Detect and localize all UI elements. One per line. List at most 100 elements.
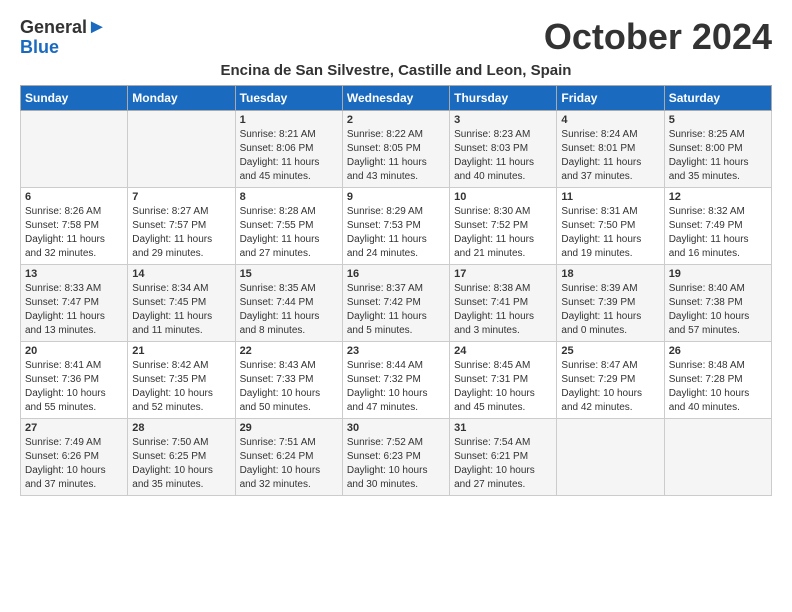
- day-number: 11: [561, 191, 659, 203]
- day-info: Sunrise: 8:24 AMSunset: 8:01 PMDaylight:…: [561, 128, 659, 184]
- day-info: Sunrise: 8:32 AMSunset: 7:49 PMDaylight:…: [669, 205, 767, 261]
- day-number: 14: [132, 268, 230, 280]
- day-number: 16: [347, 268, 445, 280]
- header-saturday: Saturday: [664, 86, 771, 111]
- title-block: October 2024: [544, 16, 772, 58]
- calendar-row-3: 20 Sunrise: 8:41 AMSunset: 7:36 PMDayligh…: [21, 342, 772, 419]
- table-row: 21Sunrise: 8:42 AMSunset: 7:35 PMDayligh…: [128, 342, 235, 419]
- table-row: 2 Sunrise: 8:22 AMSunset: 8:05 PMDaylight…: [342, 111, 449, 188]
- header: General► Blue October 2024: [20, 16, 772, 58]
- day-number: 25: [561, 345, 659, 357]
- day-number: 23: [347, 345, 445, 357]
- day-info: Sunrise: 7:50 AMSunset: 6:25 PMDaylight:…: [132, 436, 230, 492]
- table-row: 23 Sunrise: 8:44 AMSunset: 7:32 PMDayligh…: [342, 342, 449, 419]
- day-info: Sunrise: 7:51 AMSunset: 6:24 PMDaylight:…: [240, 436, 338, 492]
- table-row: 29Sunrise: 7:51 AMSunset: 6:24 PMDayligh…: [235, 419, 342, 496]
- table-row: 5Sunrise: 8:25 AMSunset: 8:00 PMDaylight…: [664, 111, 771, 188]
- day-info: Sunrise: 8:33 AMSunset: 7:47 PMDaylight:…: [25, 282, 123, 338]
- day-number: 6: [25, 191, 123, 203]
- day-info: Sunrise: 7:49 AMSunset: 6:26 PMDaylight:…: [25, 436, 123, 492]
- day-number: 19: [669, 268, 767, 280]
- day-info: Sunrise: 8:35 AMSunset: 7:44 PMDaylight:…: [240, 282, 338, 338]
- table-row: 16 Sunrise: 8:37 AMSunset: 7:42 PMDayligh…: [342, 265, 449, 342]
- table-row: [557, 419, 664, 496]
- table-row: 4 Sunrise: 8:24 AMSunset: 8:01 PMDaylight…: [557, 111, 664, 188]
- day-info: Sunrise: 8:43 AMSunset: 7:33 PMDaylight:…: [240, 359, 338, 415]
- calendar-page: General► Blue October 2024 Encina de San…: [0, 0, 792, 512]
- day-info: Sunrise: 8:39 AMSunset: 7:39 PMDaylight:…: [561, 282, 659, 338]
- day-info: Sunrise: 8:47 AMSunset: 7:29 PMDaylight:…: [561, 359, 659, 415]
- calendar-header-row: Sunday Monday Tuesday Wednesday Thursday…: [21, 86, 772, 111]
- calendar-table: Sunday Monday Tuesday Wednesday Thursday…: [20, 85, 772, 496]
- day-info: Sunrise: 8:28 AMSunset: 7:55 PMDaylight:…: [240, 205, 338, 261]
- day-number: 17: [454, 268, 552, 280]
- table-row: 15 Sunrise: 8:35 AMSunset: 7:44 PMDayligh…: [235, 265, 342, 342]
- day-number: 10: [454, 191, 552, 203]
- day-number: 4: [561, 114, 659, 126]
- day-info: Sunrise: 8:29 AMSunset: 7:53 PMDaylight:…: [347, 205, 445, 261]
- table-row: 7 Sunrise: 8:27 AMSunset: 7:57 PMDaylight…: [128, 188, 235, 265]
- calendar-row-0: 1Sunrise: 8:21 AMSunset: 8:06 PMDaylight…: [21, 111, 772, 188]
- table-row: 1Sunrise: 8:21 AMSunset: 8:06 PMDaylight…: [235, 111, 342, 188]
- table-row: 8 Sunrise: 8:28 AMSunset: 7:55 PMDaylight…: [235, 188, 342, 265]
- day-number: 12: [669, 191, 767, 203]
- logo-text: General► Blue: [20, 16, 107, 58]
- table-row: 14Sunrise: 8:34 AMSunset: 7:45 PMDayligh…: [128, 265, 235, 342]
- header-thursday: Thursday: [450, 86, 557, 111]
- header-friday: Friday: [557, 86, 664, 111]
- day-info: Sunrise: 8:31 AMSunset: 7:50 PMDaylight:…: [561, 205, 659, 261]
- table-row: 25 Sunrise: 8:47 AMSunset: 7:29 PMDayligh…: [557, 342, 664, 419]
- day-number: 15: [240, 268, 338, 280]
- logo-blue: Blue: [20, 38, 107, 58]
- day-number: 7: [132, 191, 230, 203]
- table-row: 3Sunrise: 8:23 AMSunset: 8:03 PMDaylight…: [450, 111, 557, 188]
- day-info: Sunrise: 8:40 AMSunset: 7:38 PMDaylight:…: [669, 282, 767, 338]
- logo: General► Blue: [20, 16, 107, 58]
- day-info: Sunrise: 8:48 AMSunset: 7:28 PMDaylight:…: [669, 359, 767, 415]
- day-number: 2: [347, 114, 445, 126]
- day-number: 13: [25, 268, 123, 280]
- day-number: 18: [561, 268, 659, 280]
- day-number: 31: [454, 422, 552, 434]
- table-row: 10 Sunrise: 8:30 AMSunset: 7:52 PMDayligh…: [450, 188, 557, 265]
- table-row: [21, 111, 128, 188]
- day-number: 24: [454, 345, 552, 357]
- header-monday: Monday: [128, 86, 235, 111]
- table-row: [664, 419, 771, 496]
- day-info: Sunrise: 8:37 AMSunset: 7:42 PMDaylight:…: [347, 282, 445, 338]
- day-number: 21: [132, 345, 230, 357]
- header-sunday: Sunday: [21, 86, 128, 111]
- day-info: Sunrise: 8:26 AMSunset: 7:58 PMDaylight:…: [25, 205, 123, 261]
- day-number: 9: [347, 191, 445, 203]
- table-row: 12 Sunrise: 8:32 AMSunset: 7:49 PMDayligh…: [664, 188, 771, 265]
- calendar-row-4: 27Sunrise: 7:49 AMSunset: 6:26 PMDayligh…: [21, 419, 772, 496]
- day-number: 28: [132, 422, 230, 434]
- table-row: 18 Sunrise: 8:39 AMSunset: 7:39 PMDayligh…: [557, 265, 664, 342]
- day-info: Sunrise: 8:30 AMSunset: 7:52 PMDaylight:…: [454, 205, 552, 261]
- table-row: 24Sunrise: 8:45 AMSunset: 7:31 PMDayligh…: [450, 342, 557, 419]
- table-row: 11 Sunrise: 8:31 AMSunset: 7:50 PMDayligh…: [557, 188, 664, 265]
- table-row: 30Sunrise: 7:52 AMSunset: 6:23 PMDayligh…: [342, 419, 449, 496]
- day-number: 26: [669, 345, 767, 357]
- day-number: 8: [240, 191, 338, 203]
- table-row: 6 Sunrise: 8:26 AMSunset: 7:58 PMDaylight…: [21, 188, 128, 265]
- day-info: Sunrise: 8:38 AMSunset: 7:41 PMDaylight:…: [454, 282, 552, 338]
- calendar-row-2: 13 Sunrise: 8:33 AMSunset: 7:47 PMDayligh…: [21, 265, 772, 342]
- day-number: 22: [240, 345, 338, 357]
- day-info: Sunrise: 8:21 AMSunset: 8:06 PMDaylight:…: [240, 128, 338, 184]
- day-number: 20: [25, 345, 123, 357]
- table-row: 19 Sunrise: 8:40 AMSunset: 7:38 PMDayligh…: [664, 265, 771, 342]
- day-info: Sunrise: 8:44 AMSunset: 7:32 PMDaylight:…: [347, 359, 445, 415]
- table-row: 13 Sunrise: 8:33 AMSunset: 7:47 PMDayligh…: [21, 265, 128, 342]
- logo-arrow-icon: ►: [87, 16, 107, 38]
- day-info: Sunrise: 8:27 AMSunset: 7:57 PMDaylight:…: [132, 205, 230, 261]
- day-info: Sunrise: 8:22 AMSunset: 8:05 PMDaylight:…: [347, 128, 445, 184]
- day-info: Sunrise: 8:25 AMSunset: 8:00 PMDaylight:…: [669, 128, 767, 184]
- calendar-row-1: 6 Sunrise: 8:26 AMSunset: 7:58 PMDaylight…: [21, 188, 772, 265]
- header-wednesday: Wednesday: [342, 86, 449, 111]
- table-row: 31Sunrise: 7:54 AMSunset: 6:21 PMDayligh…: [450, 419, 557, 496]
- logo-general: General: [20, 17, 87, 37]
- day-number: 30: [347, 422, 445, 434]
- day-info: Sunrise: 8:41 AMSunset: 7:36 PMDaylight:…: [25, 359, 123, 415]
- location-subtitle: Encina de San Silvestre, Castille and Le…: [20, 62, 772, 79]
